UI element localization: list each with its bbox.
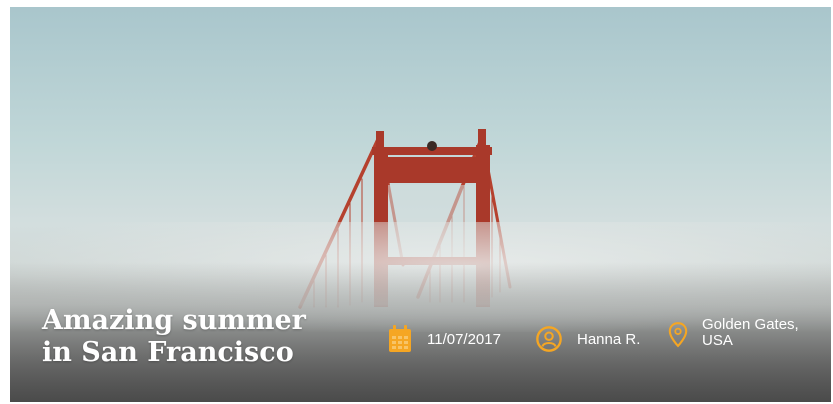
post-date-text: 11/07/2017 <box>427 330 501 348</box>
post-title[interactable]: Amazing summer in San Francisco <box>42 305 342 369</box>
calendar-icon <box>389 325 411 352</box>
post-author[interactable]: Hanna R. <box>535 319 640 359</box>
post-author-text: Hanna R. <box>577 330 641 348</box>
post-date: 11/07/2017 <box>387 319 501 359</box>
post-location: Golden Gates, USA <box>668 317 822 357</box>
user-icon <box>536 326 562 352</box>
post-title-line-1: Amazing summer <box>42 305 306 336</box>
featured-post-card[interactable]: Amazing summer in San Francisco 11/07/20… <box>10 7 831 402</box>
map-pin-icon <box>668 322 688 348</box>
post-location-line-2: USA <box>702 332 733 349</box>
post-location-line-1: Golden Gates, <box>702 316 799 333</box>
post-title-line-2: in San Francisco <box>42 337 294 368</box>
